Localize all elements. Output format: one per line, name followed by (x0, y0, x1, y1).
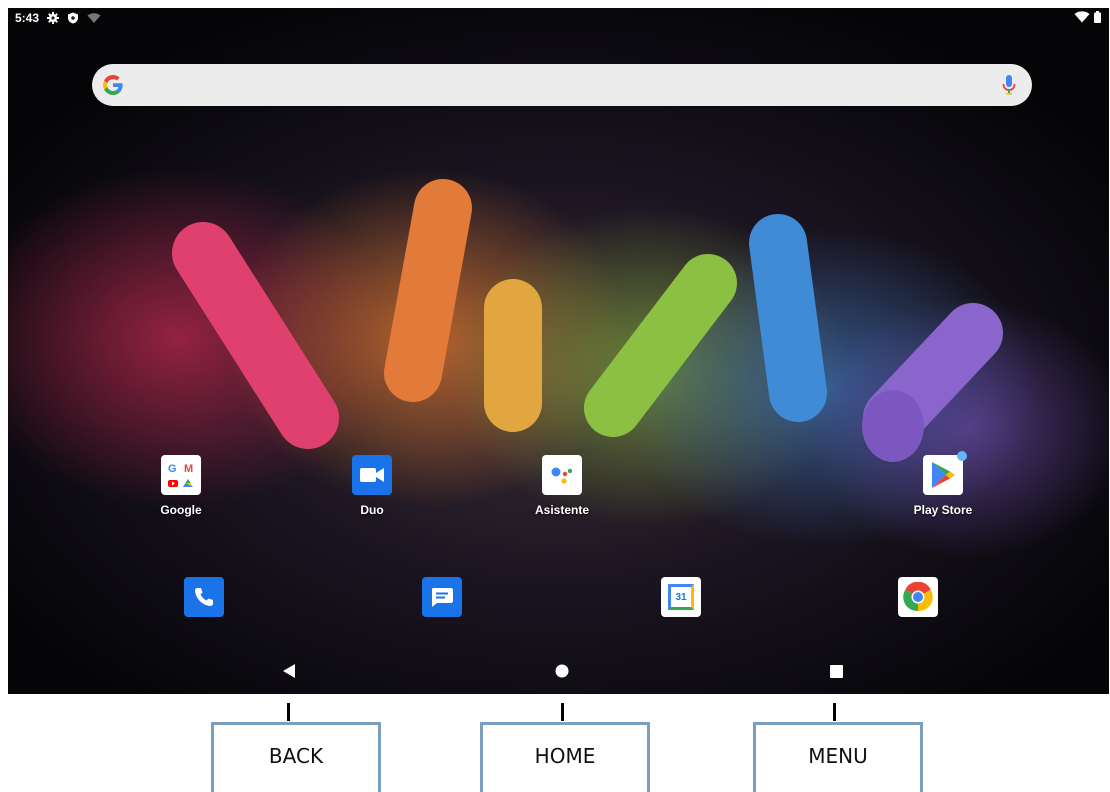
callout-line-menu (833, 703, 836, 721)
shield-icon (68, 12, 79, 24)
callout-label: BACK (268, 744, 324, 768)
play-store-icon (923, 451, 967, 495)
callout-home: HOME (480, 722, 650, 792)
google-search-bar[interactable] (92, 64, 1032, 106)
home-circle-icon (555, 664, 569, 678)
back-triangle-icon (283, 664, 295, 678)
wifi-icon (1074, 11, 1090, 23)
chrome-icon (903, 582, 933, 612)
notification-dot (957, 451, 967, 461)
calendar-day: 31 (675, 591, 687, 603)
app-label: Duo (360, 503, 384, 517)
phone-icon (195, 588, 213, 606)
app-label: Google (160, 503, 202, 517)
calendar-icon: 31 (668, 584, 694, 610)
duo-video-icon (352, 455, 392, 495)
callout-label: MENU (808, 744, 868, 768)
status-left: 5:43 (15, 11, 101, 25)
callout-line-home (561, 703, 564, 721)
app-label: Play Store (913, 503, 973, 517)
navigation-bar (8, 648, 1109, 694)
nav-back-button[interactable] (276, 658, 302, 684)
google-g-icon (103, 75, 123, 95)
callout-label: HOME (534, 744, 596, 768)
callout-menu: MENU (753, 722, 923, 792)
callout-back: BACK (211, 722, 381, 792)
recents-square-icon (829, 664, 843, 678)
microphone-icon[interactable] (1002, 75, 1016, 95)
dock-messages[interactable] (422, 577, 462, 617)
dock-chrome[interactable] (898, 577, 938, 617)
app-google-folder[interactable]: G M Google (121, 455, 241, 517)
callout-line-back (287, 703, 290, 721)
svg-text:G: G (168, 463, 177, 475)
assistant-icon (542, 455, 582, 495)
app-play-store[interactable]: Play Store (883, 451, 1003, 517)
nav-home-button[interactable] (549, 658, 575, 684)
battery-icon (1094, 11, 1101, 23)
status-right (1074, 11, 1101, 23)
nav-recents-button[interactable] (823, 658, 849, 684)
wallpaper-chalk (8, 8, 1109, 694)
google-apps-grid-icon: G M (168, 463, 193, 487)
status-bar: 5:43 (8, 8, 1109, 30)
svg-text:M: M (184, 463, 193, 475)
wifi-weak-icon (87, 13, 101, 23)
app-asistente[interactable]: Asistente (502, 455, 622, 517)
app-label: Asistente (534, 503, 590, 517)
dock-phone[interactable] (184, 577, 224, 617)
messages-icon (432, 588, 453, 607)
dock-calendar[interactable]: 31 (661, 577, 701, 617)
app-duo[interactable]: Duo (312, 455, 432, 517)
status-time: 5:43 (15, 11, 40, 25)
google-folder-icon: G M (161, 455, 201, 495)
device-screen: 5:43 G M Google Duo Asistente Play Store… (8, 8, 1109, 694)
settings-gear-icon (47, 12, 60, 24)
